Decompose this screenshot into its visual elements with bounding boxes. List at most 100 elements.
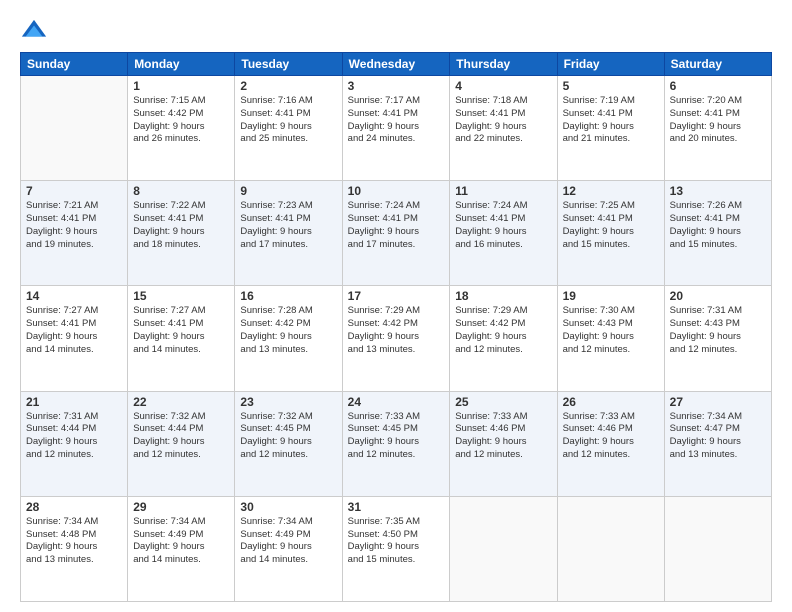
day-number: 8 xyxy=(133,184,229,198)
day-number: 16 xyxy=(240,289,336,303)
col-header-thursday: Thursday xyxy=(450,53,557,76)
day-number: 15 xyxy=(133,289,229,303)
day-number: 20 xyxy=(670,289,766,303)
day-number: 29 xyxy=(133,500,229,514)
day-info: Sunrise: 7:21 AM Sunset: 4:41 PM Dayligh… xyxy=(26,200,122,251)
day-number: 19 xyxy=(563,289,659,303)
day-info: Sunrise: 7:26 AM Sunset: 4:41 PM Dayligh… xyxy=(670,200,766,251)
day-info: Sunrise: 7:32 AM Sunset: 4:45 PM Dayligh… xyxy=(240,411,336,462)
calendar-cell: 27 Sunrise: 7:34 AM Sunset: 4:47 PM Dayli… xyxy=(664,391,771,496)
calendar-week-row: 7Sunrise: 7:21 AM Sunset: 4:41 PM Daylig… xyxy=(21,181,772,286)
day-number: 9 xyxy=(240,184,336,198)
day-number: 25 xyxy=(455,395,551,409)
calendar-cell: 16Sunrise: 7:28 AM Sunset: 4:42 PM Dayli… xyxy=(235,286,342,391)
day-number: 18 xyxy=(455,289,551,303)
calendar-cell: 20 Sunrise: 7:31 AM Sunset: 4:43 PM Dayli… xyxy=(664,286,771,391)
calendar-cell xyxy=(450,496,557,601)
calendar-cell: 24 Sunrise: 7:33 AM Sunset: 4:45 PM Dayli… xyxy=(342,391,450,496)
day-number: 3 xyxy=(348,79,445,93)
calendar-cell xyxy=(21,76,128,181)
calendar-cell: 4 Sunrise: 7:18 AM Sunset: 4:41 PM Daylig… xyxy=(450,76,557,181)
calendar-cell: 5 Sunrise: 7:19 AM Sunset: 4:41 PM Daylig… xyxy=(557,76,664,181)
day-info: Sunrise: 7:31 AM Sunset: 4:44 PM Dayligh… xyxy=(26,411,122,462)
day-number: 12 xyxy=(563,184,659,198)
calendar-cell: 22 Sunrise: 7:32 AM Sunset: 4:44 PM Dayli… xyxy=(128,391,235,496)
day-info: Sunrise: 7:27 AM Sunset: 4:41 PM Dayligh… xyxy=(133,305,229,356)
calendar-cell: 1Sunrise: 7:15 AM Sunset: 4:42 PM Daylig… xyxy=(128,76,235,181)
day-number: 4 xyxy=(455,79,551,93)
calendar-cell: 31 Sunrise: 7:35 AM Sunset: 4:50 PM Dayli… xyxy=(342,496,450,601)
day-info: Sunrise: 7:27 AM Sunset: 4:41 PM Dayligh… xyxy=(26,305,122,356)
calendar-header-row: SundayMondayTuesdayWednesdayThursdayFrid… xyxy=(21,53,772,76)
calendar-cell: 30Sunrise: 7:34 AM Sunset: 4:49 PM Dayli… xyxy=(235,496,342,601)
day-number: 2 xyxy=(240,79,336,93)
day-info: Sunrise: 7:33 AM Sunset: 4:46 PM Dayligh… xyxy=(563,411,659,462)
day-number: 26 xyxy=(563,395,659,409)
calendar-cell: 26 Sunrise: 7:33 AM Sunset: 4:46 PM Dayli… xyxy=(557,391,664,496)
calendar-cell xyxy=(557,496,664,601)
day-number: 27 xyxy=(670,395,766,409)
calendar-week-row: 21 Sunrise: 7:31 AM Sunset: 4:44 PM Dayli… xyxy=(21,391,772,496)
day-info: Sunrise: 7:17 AM Sunset: 4:41 PM Dayligh… xyxy=(348,95,445,146)
day-info: Sunrise: 7:33 AM Sunset: 4:46 PM Dayligh… xyxy=(455,411,551,462)
header xyxy=(20,18,772,46)
col-header-wednesday: Wednesday xyxy=(342,53,450,76)
day-info: Sunrise: 7:33 AM Sunset: 4:45 PM Dayligh… xyxy=(348,411,445,462)
day-info: Sunrise: 7:23 AM Sunset: 4:41 PM Dayligh… xyxy=(240,200,336,251)
day-info: Sunrise: 7:34 AM Sunset: 4:47 PM Dayligh… xyxy=(670,411,766,462)
day-info: Sunrise: 7:24 AM Sunset: 4:41 PM Dayligh… xyxy=(455,200,551,251)
day-number: 6 xyxy=(670,79,766,93)
day-number: 21 xyxy=(26,395,122,409)
day-number: 5 xyxy=(563,79,659,93)
day-number: 10 xyxy=(348,184,445,198)
calendar-week-row: 1Sunrise: 7:15 AM Sunset: 4:42 PM Daylig… xyxy=(21,76,772,181)
page: SundayMondayTuesdayWednesdayThursdayFrid… xyxy=(0,0,792,612)
day-number: 23 xyxy=(240,395,336,409)
day-info: Sunrise: 7:22 AM Sunset: 4:41 PM Dayligh… xyxy=(133,200,229,251)
day-info: Sunrise: 7:30 AM Sunset: 4:43 PM Dayligh… xyxy=(563,305,659,356)
calendar-cell: 10 Sunrise: 7:24 AM Sunset: 4:41 PM Dayli… xyxy=(342,181,450,286)
day-info: Sunrise: 7:29 AM Sunset: 4:42 PM Dayligh… xyxy=(455,305,551,356)
calendar-cell: 11 Sunrise: 7:24 AM Sunset: 4:41 PM Dayli… xyxy=(450,181,557,286)
day-info: Sunrise: 7:25 AM Sunset: 4:41 PM Dayligh… xyxy=(563,200,659,251)
day-info: Sunrise: 7:31 AM Sunset: 4:43 PM Dayligh… xyxy=(670,305,766,356)
day-number: 24 xyxy=(348,395,445,409)
calendar-cell: 7Sunrise: 7:21 AM Sunset: 4:41 PM Daylig… xyxy=(21,181,128,286)
day-number: 31 xyxy=(348,500,445,514)
day-info: Sunrise: 7:24 AM Sunset: 4:41 PM Dayligh… xyxy=(348,200,445,251)
calendar-cell: 23 Sunrise: 7:32 AM Sunset: 4:45 PM Dayli… xyxy=(235,391,342,496)
col-header-friday: Friday xyxy=(557,53,664,76)
calendar-cell: 29Sunrise: 7:34 AM Sunset: 4:49 PM Dayli… xyxy=(128,496,235,601)
calendar-cell: 9 Sunrise: 7:23 AM Sunset: 4:41 PM Daylig… xyxy=(235,181,342,286)
calendar-cell: 14Sunrise: 7:27 AM Sunset: 4:41 PM Dayli… xyxy=(21,286,128,391)
day-info: Sunrise: 7:32 AM Sunset: 4:44 PM Dayligh… xyxy=(133,411,229,462)
calendar: SundayMondayTuesdayWednesdayThursdayFrid… xyxy=(20,52,772,602)
day-info: Sunrise: 7:35 AM Sunset: 4:50 PM Dayligh… xyxy=(348,516,445,567)
calendar-cell: 13 Sunrise: 7:26 AM Sunset: 4:41 PM Dayli… xyxy=(664,181,771,286)
day-number: 1 xyxy=(133,79,229,93)
col-header-tuesday: Tuesday xyxy=(235,53,342,76)
day-number: 30 xyxy=(240,500,336,514)
calendar-cell: 8 Sunrise: 7:22 AM Sunset: 4:41 PM Daylig… xyxy=(128,181,235,286)
day-number: 11 xyxy=(455,184,551,198)
calendar-cell: 17Sunrise: 7:29 AM Sunset: 4:42 PM Dayli… xyxy=(342,286,450,391)
col-header-sunday: Sunday xyxy=(21,53,128,76)
calendar-cell: 6 Sunrise: 7:20 AM Sunset: 4:41 PM Daylig… xyxy=(664,76,771,181)
calendar-cell: 15 Sunrise: 7:27 AM Sunset: 4:41 PM Dayli… xyxy=(128,286,235,391)
day-info: Sunrise: 7:18 AM Sunset: 4:41 PM Dayligh… xyxy=(455,95,551,146)
day-number: 13 xyxy=(670,184,766,198)
calendar-cell: 18 Sunrise: 7:29 AM Sunset: 4:42 PM Dayli… xyxy=(450,286,557,391)
day-info: Sunrise: 7:34 AM Sunset: 4:48 PM Dayligh… xyxy=(26,516,122,567)
calendar-cell: 21 Sunrise: 7:31 AM Sunset: 4:44 PM Dayli… xyxy=(21,391,128,496)
day-number: 28 xyxy=(26,500,122,514)
day-number: 17 xyxy=(348,289,445,303)
day-info: Sunrise: 7:20 AM Sunset: 4:41 PM Dayligh… xyxy=(670,95,766,146)
day-number: 22 xyxy=(133,395,229,409)
calendar-cell xyxy=(664,496,771,601)
calendar-cell: 25 Sunrise: 7:33 AM Sunset: 4:46 PM Dayli… xyxy=(450,391,557,496)
calendar-cell: 19 Sunrise: 7:30 AM Sunset: 4:43 PM Dayli… xyxy=(557,286,664,391)
calendar-cell: 3 Sunrise: 7:17 AM Sunset: 4:41 PM Daylig… xyxy=(342,76,450,181)
day-info: Sunrise: 7:19 AM Sunset: 4:41 PM Dayligh… xyxy=(563,95,659,146)
calendar-week-row: 28 Sunrise: 7:34 AM Sunset: 4:48 PM Dayli… xyxy=(21,496,772,601)
logo xyxy=(20,18,52,46)
